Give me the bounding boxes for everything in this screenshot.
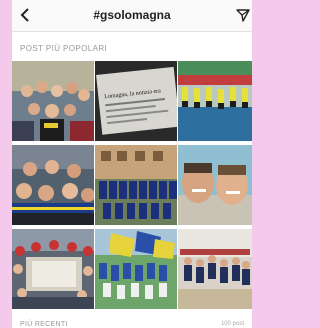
section-title-recent: PIÙ RECENTI (20, 321, 68, 328)
post-photo (95, 145, 177, 225)
recent-post-count: 100 post (220, 321, 244, 327)
post-photo: Lomagna, la notizia era (95, 61, 177, 141)
post-tile-3[interactable] (178, 61, 252, 141)
instagram-hashtag-screen: #gsolomagna POST PIÙ POPOLARI Lomagna, l… (12, 0, 252, 328)
post-photo (178, 61, 252, 141)
post-photo (178, 229, 252, 309)
send-button[interactable] (236, 8, 250, 22)
paper-plane-icon (236, 9, 250, 22)
post-tile-7[interactable] (12, 229, 94, 309)
page-title: #gsolomagna (93, 8, 171, 22)
top-bar: #gsolomagna (12, 0, 252, 32)
post-tile-4[interactable] (12, 145, 94, 225)
post-tile-1[interactable] (12, 61, 94, 141)
post-photo (12, 145, 94, 225)
post-photo (178, 145, 252, 225)
post-tile-8[interactable] (95, 229, 177, 309)
post-tile-9[interactable] (178, 229, 252, 309)
post-tile-6[interactable] (178, 145, 252, 225)
post-photo (95, 229, 177, 309)
post-tile-2[interactable]: Lomagna, la notizia era (95, 61, 177, 141)
post-tile-5[interactable] (95, 145, 177, 225)
post-photo (12, 229, 94, 309)
section-title-popular: POST PIÙ POPOLARI (20, 44, 108, 53)
post-photo (12, 61, 94, 141)
post-grid: Lomagna, la notizia era (12, 61, 252, 311)
